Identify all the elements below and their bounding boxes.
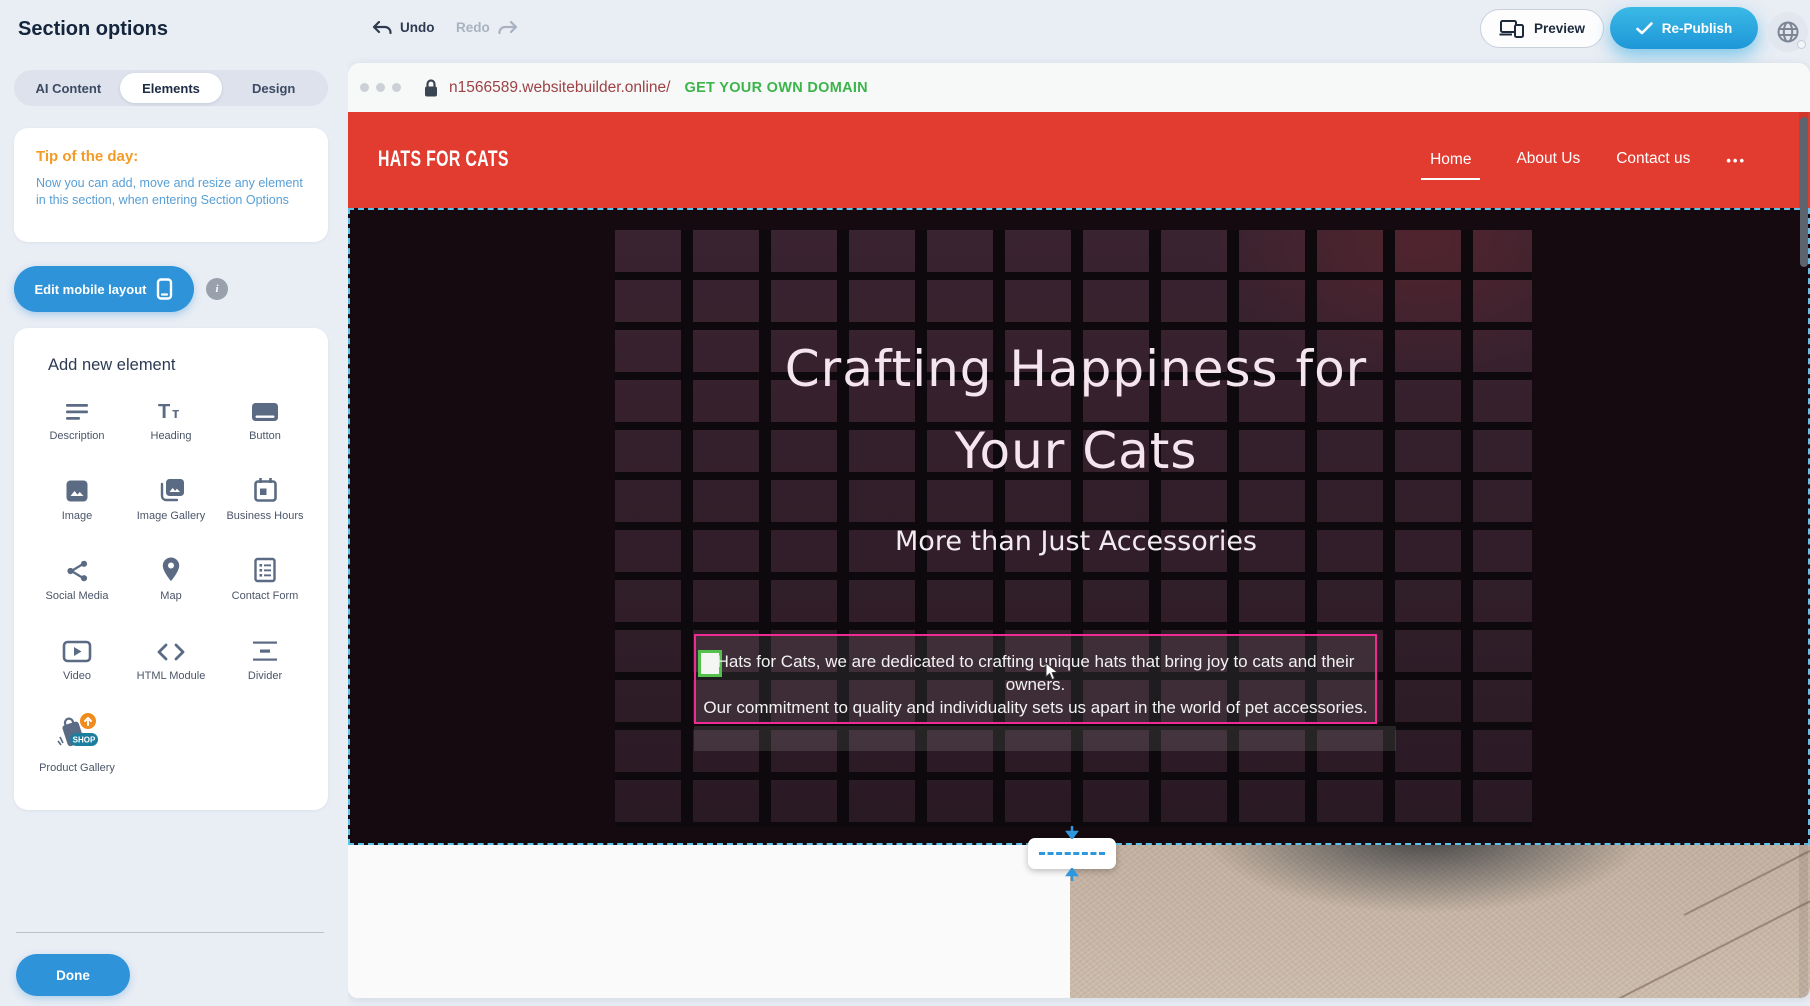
section-options-panel: Section options AI Content Elements Desi… [0,0,348,1006]
lock-icon [423,78,439,98]
next-section-photo[interactable] [1070,845,1810,998]
done-button[interactable]: Done [16,954,130,996]
shop-badge: SHOP [73,736,96,745]
element-item-description[interactable]: Description [30,393,124,455]
svg-text:T: T [158,401,170,423]
scrollbar-thumb[interactable] [1800,117,1808,267]
tab-elements[interactable]: Elements [120,73,223,103]
heading-icon: Tт [156,393,186,423]
site-preview-window: n1566589.websitebuilder.online/ GET YOUR… [348,63,1810,998]
element-item-business-hours[interactable]: Business Hours [218,473,312,535]
video-icon [62,633,92,663]
devices-icon [1499,19,1525,39]
panel-divider [16,932,324,933]
arrow-up-icon [1065,868,1079,881]
page-title: Section options [18,18,168,41]
tile-seam [1498,845,1810,998]
check-icon [1636,22,1653,35]
divider-icon [251,633,279,663]
redo-icon [498,21,518,35]
tip-body: Now you can add, move and resize any ele… [36,175,304,209]
mouse-cursor [1045,662,1059,682]
hero-section-selected[interactable]: Crafting Happiness for Your Cats More th… [348,208,1810,845]
edit-mobile-layout-button[interactable]: Edit mobile layout [14,266,194,312]
add-new-element-card: Add new element Description Tт Heading B… [14,328,328,810]
section-resize-handle[interactable] [1028,838,1116,869]
selected-text-element[interactable]: Hats for Cats, we are dedicated to craft… [694,634,1377,724]
redo-button[interactable]: Redo [456,20,518,35]
globe-status-dot [1797,40,1806,49]
element-item-map[interactable]: Map [124,553,218,615]
site-canvas: HATS FOR CATS Home About Us Contact us •… [348,112,1810,998]
site-url[interactable]: n1566589.websitebuilder.online/ [449,79,670,97]
map-pin-icon [160,553,182,583]
image-gallery-icon [158,473,185,503]
form-icon [253,553,277,583]
next-section-blank[interactable] [348,845,1070,998]
button-icon [250,393,280,423]
tip-title: Tip of the day: [36,148,306,165]
globe-icon[interactable] [1768,12,1808,52]
element-item-video[interactable]: Video [30,633,124,695]
element-item-html-module[interactable]: HTML Module [124,633,218,695]
hero-heading[interactable]: Crafting Happiness for Your Cats [350,328,1802,492]
product-gallery-icon: SHOP [55,713,99,755]
element-item-image[interactable]: Image [30,473,124,535]
element-item-contact-form[interactable]: Contact Form [218,553,312,615]
add-new-element-title: Add new element [48,356,312,375]
calendar-icon [253,473,278,503]
tab-ai-content[interactable]: AI Content [17,73,120,103]
element-item-divider[interactable]: Divider [218,633,312,695]
browser-chrome-bar: n1566589.websitebuilder.online/ GET YOUR… [348,63,1810,112]
element-item-social-media[interactable]: Social Media [30,553,124,615]
hero-body-text: Hats for Cats, we are dedicated to craft… [696,650,1375,719]
text-lines-icon [63,393,91,423]
element-item-product-gallery[interactable]: SHOP Product Gallery [30,713,124,775]
tab-design[interactable]: Design [222,73,325,103]
site-nav: Home About Us Contact us ••• [1421,112,1746,208]
text-highlight-band [694,726,1396,751]
browser-dots-icon [360,83,401,92]
undo-icon [372,21,392,35]
resize-dash-line [1039,852,1105,855]
nav-more-icon[interactable]: ••• [1726,153,1746,168]
svg-text:т: т [172,405,179,422]
nav-contact-us[interactable]: Contact us [1616,150,1690,170]
element-grid: Description Tт Heading Button Image [30,393,312,775]
preview-button[interactable]: Preview [1480,9,1604,48]
element-item-heading[interactable]: Tт Heading [124,393,218,455]
element-item-image-gallery[interactable]: Image Gallery [124,473,218,535]
tile-seam [1684,845,1810,916]
phone-icon [156,278,173,300]
panel-tabs: AI Content Elements Design [14,70,328,106]
nav-about-us[interactable]: About Us [1516,150,1580,170]
arrow-down-icon [1065,826,1079,839]
nav-home[interactable]: Home [1421,151,1480,180]
element-item-button[interactable]: Button [218,393,312,455]
topbar: Undo Redo Preview Re-Publish [348,0,1810,63]
get-your-own-domain-link[interactable]: GET YOUR OWN DOMAIN [684,80,867,96]
hero-subheading[interactable]: More than Just Accessories [350,526,1802,557]
code-icon [156,633,186,663]
tip-of-the-day-card: Tip of the day: Now you can add, move an… [14,128,328,242]
image-icon [65,473,89,503]
site-logo[interactable]: HATS FOR CATS [378,146,509,172]
undo-button[interactable]: Undo [372,20,435,35]
site-header[interactable]: HATS FOR CATS Home About Us Contact us •… [348,112,1810,208]
info-icon[interactable]: i [206,278,228,300]
republish-button[interactable]: Re-Publish [1610,7,1758,49]
share-icon [65,553,90,583]
